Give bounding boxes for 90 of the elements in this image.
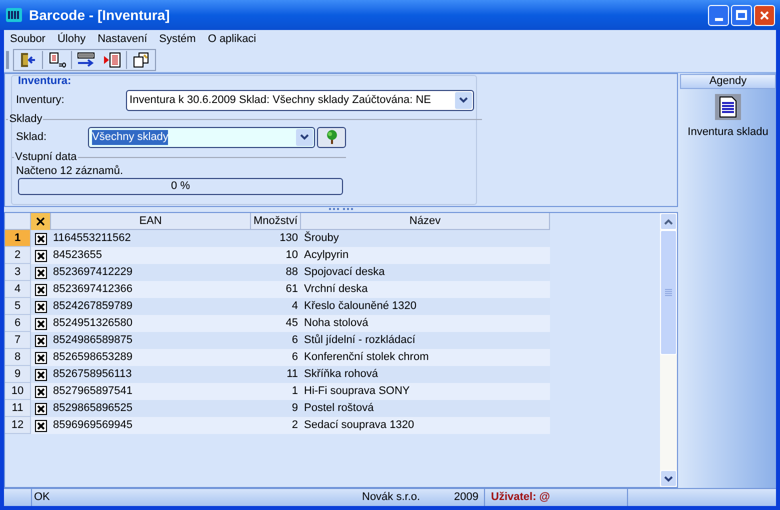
table-row[interactable]: 8 8526598653289 6 Konferenční stolek chrom: [5, 349, 660, 366]
table-cell: 45: [251, 315, 301, 332]
field-label: Inventury:: [15, 92, 66, 108]
row-header[interactable]: 8: [5, 349, 31, 366]
menu-item[interactable]: Nastavení: [98, 30, 148, 48]
table-cell: 6: [251, 349, 301, 366]
menu-item[interactable]: Systém: [159, 30, 196, 48]
scroll-up-icon[interactable]: [660, 213, 677, 230]
checkbox[interactable]: [35, 402, 47, 414]
table-cell: 61: [251, 281, 301, 298]
table-row[interactable]: 7 8524986589875 6 Stůl jídelní - rozkládací: [5, 332, 660, 349]
row-header[interactable]: 4: [5, 281, 31, 298]
table-row[interactable]: 4 8523697412366 61 Vrchní deska: [5, 281, 660, 298]
maximize-button[interactable]: [731, 4, 752, 26]
section-heading: Vstupní data: [14, 151, 78, 163]
column-header[interactable]: Množství: [251, 213, 301, 230]
table-row[interactable]: 12 8596969569945 2 Sedací souprava 1320: [5, 417, 660, 434]
cross-icon: [36, 217, 45, 226]
table-row[interactable]: 3 8523697412229 88 Spojovací deska: [5, 264, 660, 281]
table-cell: Vrchní deska: [301, 281, 550, 298]
tree-button[interactable]: [317, 126, 346, 148]
menu-item[interactable]: O aplikaci: [208, 30, 256, 48]
row-header[interactable]: 6: [5, 315, 31, 332]
status-text: OK: [33, 490, 51, 506]
close-icon: [759, 10, 770, 20]
year-text: 2009: [454, 490, 480, 506]
table-cell: 8596969569945: [51, 417, 251, 434]
user-label: Uživatel: @: [490, 490, 552, 506]
agenda-item[interactable]: Inventura skladu: [680, 94, 776, 140]
checkbox[interactable]: [35, 352, 47, 364]
table-row[interactable]: 10 8527965897541 1 Hi-Fi souprava SONY: [5, 383, 660, 400]
close-button[interactable]: [754, 4, 775, 26]
table-cell: Konferenční stolek chrom: [301, 349, 550, 366]
vertical-scrollbar[interactable]: [660, 213, 677, 487]
table-cell: 10: [251, 247, 301, 264]
window-title: Barcode - [Inventura]: [29, 6, 170, 25]
table-row[interactable]: 9 8526758956113 11 Skříňka rohová: [5, 366, 660, 383]
checkbox[interactable]: [35, 266, 47, 278]
table-cell: 84523655: [51, 247, 251, 264]
field-label: Sklad:: [15, 130, 48, 145]
checkbox[interactable]: [35, 334, 47, 346]
row-header[interactable]: 1: [5, 230, 31, 247]
document-icon: [715, 94, 741, 120]
table-cell: 8523697412366: [51, 281, 251, 298]
row-header[interactable]: 2: [5, 247, 31, 264]
table-cell: 2: [251, 417, 301, 434]
checkbox[interactable]: [35, 300, 47, 312]
menu-item[interactable]: Úlohy: [57, 30, 86, 48]
app-icon: [5, 7, 23, 23]
progress-reading: 0 %: [170, 179, 191, 194]
scroll-thumb[interactable]: [660, 230, 677, 355]
status-message: Načteno 12 záznamů.: [15, 164, 124, 178]
checkbox[interactable]: [35, 386, 47, 398]
checkbox[interactable]: [35, 318, 47, 330]
minimize-button[interactable]: [708, 4, 729, 26]
column-header[interactable]: EAN: [51, 213, 251, 230]
table-cell: Hi-Fi souprava SONY: [301, 383, 550, 400]
company-name: Novák s.r.o.: [362, 490, 422, 506]
table-cell: 8526598653289: [51, 349, 251, 366]
row-header[interactable]: 10: [5, 383, 31, 400]
table-cell: Sedací souprava 1320: [301, 417, 550, 434]
checkbox[interactable]: [35, 250, 47, 262]
row-header[interactable]: 12: [5, 417, 31, 434]
table-row[interactable]: 6 8524951326580 45 Noha stolová: [5, 315, 660, 332]
checkbox[interactable]: [35, 232, 47, 244]
section-heading: Sklady: [8, 113, 44, 125]
row-header[interactable]: 9: [5, 366, 31, 383]
table-row[interactable]: 1 1164553211562 130 Šrouby: [5, 230, 660, 247]
scroll-down-icon[interactable]: [660, 470, 677, 487]
column-header[interactable]: Název: [301, 213, 550, 230]
row-header[interactable]: 5: [5, 298, 31, 315]
agendy-header: Agendy: [680, 74, 776, 89]
section-heading: Inventura:: [18, 75, 72, 88]
row-header[interactable]: 11: [5, 400, 31, 417]
check-column-header[interactable]: [31, 213, 51, 230]
inventury-dropdown[interactable]: Inventura k 30.6.2009 Sklad: Všechny sklady Zaúčtována: NE: [126, 90, 474, 110]
row-header[interactable]: 3: [5, 264, 31, 281]
table-row[interactable]: 11 8529865896525 9 Postel roštová: [5, 400, 660, 417]
table-cell: 1: [251, 383, 301, 400]
checkbox[interactable]: [35, 420, 47, 432]
table-cell: 8524951326580: [51, 315, 251, 332]
checkbox[interactable]: [35, 368, 47, 380]
checkbox[interactable]: [35, 284, 47, 296]
table-cell: Acylpyrin: [301, 247, 550, 264]
table-cell: 8527965897541: [51, 383, 251, 400]
table-cell: Noha stolová: [301, 315, 550, 332]
table-row[interactable]: 5 8524267859789 4 Křeslo čalouněné 1320: [5, 298, 660, 315]
row-header[interactable]: 7: [5, 332, 31, 349]
table-row[interactable]: 2 84523655 10 Acylpyrin: [5, 247, 660, 264]
menu-item[interactable]: Soubor: [10, 30, 46, 48]
